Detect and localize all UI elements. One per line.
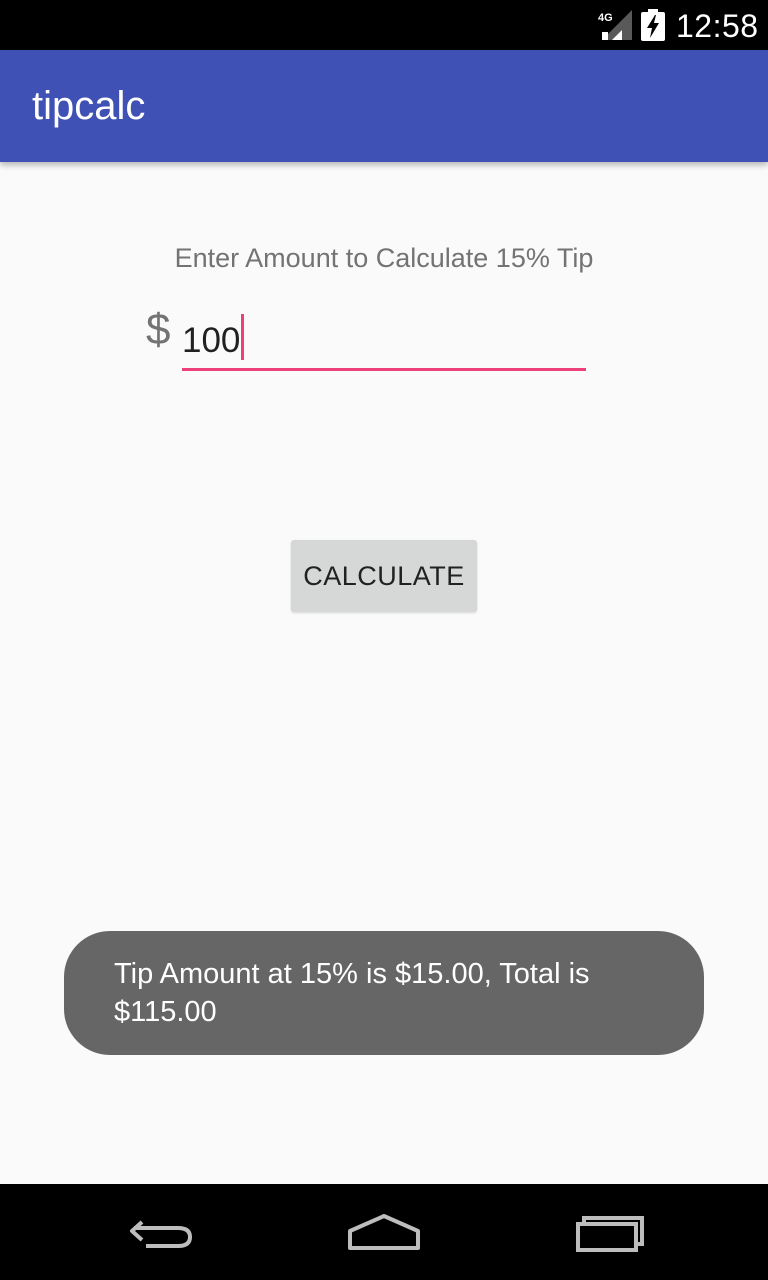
toast-line-1: Tip Amount at 15% is $15.00, Total is [114, 958, 590, 990]
status-bar: 4G 12:58 [0, 0, 768, 50]
currency-symbol: $ [146, 305, 171, 354]
toast-line-2: $115.00 [114, 996, 217, 1028]
app-bar: tipcalc [0, 50, 768, 162]
signal-icon: 4G [598, 10, 632, 40]
amount-input-value[interactable]: 100 [182, 314, 245, 366]
app-title: tipcalc [32, 84, 146, 128]
network-type-label: 4G [598, 12, 613, 24]
calculate-button[interactable]: CALCULATE [291, 540, 477, 612]
back-icon[interactable] [120, 1200, 200, 1264]
navigation-bar [0, 1184, 768, 1280]
amount-value-text: 100 [182, 321, 241, 360]
status-clock: 12:58 [676, 8, 759, 44]
amount-input[interactable]: 100 [182, 312, 586, 371]
result-toast: Tip Amount at 15% is $15.00, Total is $1… [64, 931, 704, 1055]
battery-icon [641, 9, 665, 41]
home-icon[interactable] [344, 1200, 424, 1264]
amount-prompt: Enter Amount to Calculate 15% Tip [174, 243, 594, 273]
text-cursor [241, 314, 245, 360]
recents-icon[interactable] [570, 1200, 650, 1264]
